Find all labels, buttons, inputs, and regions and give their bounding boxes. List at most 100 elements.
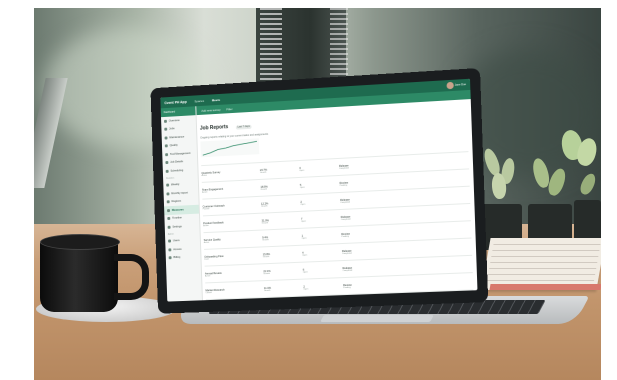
coffee-mug xyxy=(40,240,118,312)
mug-handle xyxy=(114,254,149,300)
table-cell: Annual Review Active xyxy=(205,270,264,277)
table-cell: 7 Open xyxy=(301,215,341,222)
sidebar-item-label: Overview xyxy=(168,118,180,123)
table-cell: Product Feedback Active xyxy=(203,219,262,227)
table-cell: 2 Open xyxy=(303,284,343,290)
sidebar-item-label: Regions xyxy=(171,199,182,204)
cell-subtext: Open xyxy=(303,287,309,291)
menu-icon xyxy=(163,119,167,123)
photo: Cvent PH App Spaces Meets Jane Doe Add n… xyxy=(34,8,601,380)
filter-button[interactable]: Filter xyxy=(226,107,232,111)
table-cell: ReleaseCompleted xyxy=(341,213,402,220)
menu-icon xyxy=(165,161,169,165)
laptop-trackpad xyxy=(320,315,434,322)
table-cell: Review Pending xyxy=(340,178,401,186)
cell-subtext: Pending xyxy=(343,286,351,289)
menu-icon xyxy=(165,152,169,156)
table-cell: 24.7% Growth xyxy=(260,166,300,173)
menu-icon xyxy=(167,217,171,221)
sidebar-item[interactable]: Billing xyxy=(166,253,201,263)
cell-subtext: Open xyxy=(302,254,308,257)
cell-value: Release xyxy=(344,300,354,301)
cell-subtext: Open xyxy=(299,186,305,189)
laptop-lid: Cvent PH App Spaces Meets Jane Doe Add n… xyxy=(150,67,489,314)
table-cell: 4 Open xyxy=(302,250,342,257)
table-cell: Market Research Closed xyxy=(205,287,264,294)
table-cell: 15.8% Growth xyxy=(263,251,303,258)
table-cell: Review Pending xyxy=(341,230,402,238)
nav-meets[interactable]: Meets xyxy=(212,97,220,101)
sidebar-item-label: Monthly report xyxy=(171,191,188,195)
table-cell: 1 Open xyxy=(301,233,342,240)
scene: Cvent PH App Spaces Meets Jane Doe Add n… xyxy=(0,0,617,380)
menu-icon xyxy=(165,169,169,173)
nav-spaces[interactable]: Spaces xyxy=(194,98,204,103)
sidebar-item-label: Access xyxy=(173,247,182,251)
table-cell: 12.2% Growth xyxy=(261,200,301,207)
sidebar-item-label: Timeline xyxy=(172,216,182,221)
menu-icon xyxy=(168,256,172,260)
table-cell: Customer Outreach Paused xyxy=(203,202,262,210)
notebook-edge xyxy=(489,284,601,290)
menu-icon xyxy=(167,208,171,212)
table-cell: 5 Open xyxy=(300,181,340,188)
sidebar-item-label: Billing xyxy=(173,256,181,260)
sidebar-item-label: Users xyxy=(172,239,180,243)
table-cell: ReleaseCompleted xyxy=(339,161,399,169)
sidebar-item-label: Job Details xyxy=(170,160,184,165)
sidebar-item-label: Measures xyxy=(171,208,184,212)
table-cell: ReleaseCompleted xyxy=(344,298,405,301)
cell-subtext: Pending xyxy=(341,235,349,238)
cell-subtext: Open xyxy=(301,237,307,240)
laptop-screen: Cvent PH App Spaces Meets Jane Doe Add n… xyxy=(160,78,478,302)
menu-icon xyxy=(164,144,168,148)
table-cell: 3Open xyxy=(299,164,339,171)
menu-icon xyxy=(164,127,168,131)
table-cell: 9.4% Growth xyxy=(262,234,302,241)
table-cell: Onboarding Flow Draft xyxy=(204,253,263,261)
app-title: Cvent PH App xyxy=(164,99,187,105)
table-cell: ReleaseCompleted xyxy=(340,196,401,203)
table-cell: Quarterly Survey Active xyxy=(201,169,260,177)
sidebar-item-label: Jobs xyxy=(169,127,175,131)
table-cell: ReleaseCompleted xyxy=(343,264,404,271)
avatar[interactable] xyxy=(446,81,454,90)
table-cell: 2 Open xyxy=(300,198,340,205)
table-cell: 3Open xyxy=(304,301,344,302)
cell-subtext: Open xyxy=(299,169,305,172)
table-cell: 18.5% Growth xyxy=(260,183,300,190)
menu-icon xyxy=(166,192,170,196)
sidebar-item-label: Tool Management xyxy=(169,151,191,156)
sidebar-item-label: Settings xyxy=(172,224,182,229)
table-cell: ReleaseCompleted xyxy=(342,247,403,254)
table-cell: 6 Open xyxy=(302,267,343,274)
table-cell: Review Pending xyxy=(343,281,404,288)
report-table: Quarterly Survey Active 24.7% Growth 3 Open Re… xyxy=(201,151,474,302)
cell-subtext: Open xyxy=(301,220,306,223)
sidebar-item-label: Scheduling xyxy=(170,168,184,173)
menu-icon xyxy=(166,183,170,187)
menu-icon xyxy=(166,200,170,204)
menu-icon xyxy=(168,239,172,243)
table-cell: 31.0% Growth xyxy=(262,217,302,224)
notebook xyxy=(481,238,601,290)
table-cell: 11.3% Growth xyxy=(264,285,304,291)
table-cell: Service Quality Active xyxy=(204,236,263,244)
sidebar: Dashboard Overview Jobs Maintenance Quality… xyxy=(160,106,203,302)
page-title: Job Reports xyxy=(199,124,229,132)
date-range-pill[interactable]: Last 7 days xyxy=(235,124,252,130)
sidebar-item-label: Weekly xyxy=(170,183,180,187)
sparkline-chart xyxy=(200,138,260,158)
table-cell: 22.1% Growth xyxy=(263,268,303,274)
main-content: Job Reports Last 7 days Ongoing reports … xyxy=(199,101,474,302)
mug-rim xyxy=(40,234,120,250)
menu-icon xyxy=(167,225,171,229)
cell-subtext: Growth xyxy=(262,238,269,241)
user-name[interactable]: Jane Doe xyxy=(455,83,467,87)
cell-subtext: Open xyxy=(300,203,306,206)
add-survey-button[interactable]: Add new survey xyxy=(201,107,220,112)
cell-subtext: Open xyxy=(302,270,308,274)
menu-icon xyxy=(168,248,172,252)
menu-icon xyxy=(164,136,168,140)
table-cell: Team Engagement Active xyxy=(202,185,261,193)
